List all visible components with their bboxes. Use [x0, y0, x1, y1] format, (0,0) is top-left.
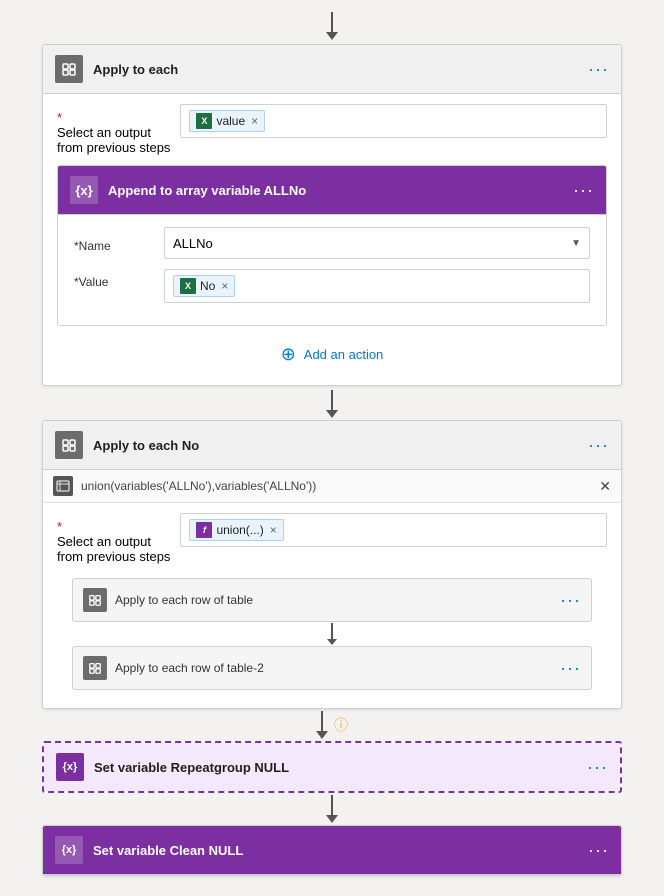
- append-array-block: {x} Append to array variable ALLNo ··· *…: [57, 165, 607, 326]
- formula-icon: [53, 476, 73, 496]
- add-action-row[interactable]: ⊕ Add an action: [57, 330, 607, 371]
- value-label: *Value: [74, 269, 154, 289]
- connector-line: [331, 12, 333, 32]
- fx-icon: {x}: [70, 176, 98, 204]
- append-array-menu[interactable]: ···: [573, 180, 594, 201]
- excel-icon-2: X: [180, 278, 196, 294]
- select-output-row-1: * Select an outputfrom previous steps X …: [57, 104, 607, 155]
- set-var-clean-header[interactable]: {x} Set variable Clean NULL ···: [43, 826, 621, 875]
- apply-each-no-header[interactable]: Apply to each No ···: [43, 421, 621, 470]
- apply-each-row-table2-menu[interactable]: ···: [560, 658, 581, 679]
- apply-each-no-card: Apply to each No ··· union(variables('AL…: [42, 420, 622, 709]
- connector-4: [326, 795, 338, 823]
- chevron-down-icon: ▼: [571, 238, 581, 249]
- select-output-input-2[interactable]: f union(...) ×: [180, 513, 607, 547]
- apply-each-no-body: * Select an outputfrom previous steps f …: [43, 503, 621, 708]
- select-output-row-2: * Select an outputfrom previous steps f …: [57, 513, 607, 564]
- apply-to-each-1-card: Apply to each ··· * Select an outputfrom…: [42, 44, 622, 386]
- apply-each-row-table2-title: Apply to each row of table-2: [115, 661, 552, 675]
- select-label-text-2: Select an outputfrom previous steps: [57, 534, 170, 564]
- formula-bar: union(variables('ALLNo'),variables('ALLN…: [43, 470, 621, 503]
- apply-each-1-body: * Select an outputfrom previous steps X …: [43, 94, 621, 385]
- append-array-body: *Name ALLNo ▼ *Value X No: [58, 215, 606, 325]
- arrow-group: [316, 711, 328, 739]
- select-output-label-1: * Select an outputfrom previous steps: [57, 104, 170, 155]
- apply-to-each-1-header[interactable]: Apply to each ···: [43, 45, 621, 94]
- set-var-clean-title: Set variable Clean NULL: [93, 843, 578, 858]
- arrow-down-4: [326, 815, 338, 823]
- flow-container: Apply to each ··· * Select an outputfrom…: [0, 0, 664, 896]
- apply-each-row-table2-block: Apply to each row of table-2 ···: [72, 646, 592, 690]
- excel-icon-1: X: [196, 113, 212, 129]
- connector-line-4: [331, 795, 333, 815]
- select-output-input-1[interactable]: X value ×: [180, 104, 607, 138]
- fx-icon-clean: {x}: [55, 836, 83, 864]
- append-array-header[interactable]: {x} Append to array variable ALLNo ···: [58, 166, 606, 215]
- inner-connector-1: [327, 623, 337, 645]
- set-var-repeatgroup-title: Set variable Repeatgroup NULL: [94, 760, 577, 775]
- warning-icon: ⓘ: [334, 715, 348, 735]
- no-token: X No ×: [173, 275, 235, 297]
- connector-2: [326, 390, 338, 418]
- connector-line-2: [331, 390, 333, 410]
- apply-each-row-table-block: Apply to each row of table ···: [72, 578, 592, 622]
- fx-icon-token: f: [196, 522, 212, 538]
- small-arrow-1: [327, 639, 337, 645]
- fx-icon-repeatgroup: {x}: [56, 753, 84, 781]
- name-label: *Name: [74, 233, 154, 253]
- name-row: *Name ALLNo ▼: [74, 227, 590, 259]
- no-token-text: No: [200, 279, 215, 293]
- top-connector: [326, 12, 338, 40]
- value-input[interactable]: X No ×: [164, 269, 590, 303]
- value-row: *Value X No ×: [74, 269, 590, 303]
- apply-each-no-menu[interactable]: ···: [588, 435, 609, 456]
- loop-icon-3: [83, 588, 107, 612]
- formula-text: union(variables('ALLNo'),variables('ALLN…: [81, 479, 316, 493]
- loop-icon-4: [83, 656, 107, 680]
- apply-each-row-table-menu[interactable]: ···: [560, 590, 581, 611]
- inner-flow: Apply to each row of table ···: [57, 574, 607, 694]
- append-array-title: Append to array variable ALLNo: [108, 183, 563, 198]
- union-token-close[interactable]: ×: [270, 523, 277, 537]
- set-var-clean-menu[interactable]: ···: [588, 840, 609, 861]
- value-token-close[interactable]: ×: [251, 114, 258, 128]
- small-line-1: [331, 623, 333, 639]
- set-var-repeatgroup-menu[interactable]: ···: [587, 757, 608, 778]
- value-token: X value ×: [189, 110, 265, 132]
- add-action-icon: ⊕: [281, 344, 296, 365]
- set-var-repeatgroup-header[interactable]: {x} Set variable Repeatgroup NULL ···: [44, 743, 620, 791]
- apply-each-1-title: Apply to each: [93, 62, 578, 77]
- loop-icon-1: [55, 55, 83, 83]
- arrow-down: [326, 32, 338, 40]
- formula-close-icon[interactable]: ✕: [599, 478, 611, 495]
- connector-3: ⓘ: [316, 711, 348, 739]
- apply-each-1-menu[interactable]: ···: [588, 59, 609, 80]
- apply-each-row-table2-header[interactable]: Apply to each row of table-2 ···: [73, 647, 591, 689]
- connector-line-3: [321, 711, 323, 731]
- set-var-clean-card: {x} Set variable Clean NULL ···: [42, 825, 622, 876]
- name-value: ALLNo: [173, 236, 213, 251]
- loop-icon-2: [55, 431, 83, 459]
- union-token-text: union(...): [216, 523, 263, 537]
- add-action-label: Add an action: [304, 347, 384, 362]
- set-var-repeatgroup-card: {x} Set variable Repeatgroup NULL ···: [42, 741, 622, 793]
- apply-each-no-title: Apply to each No: [93, 438, 578, 453]
- value-token-text: value: [216, 114, 245, 128]
- apply-each-row-table-header[interactable]: Apply to each row of table ···: [73, 579, 591, 621]
- union-token: f union(...) ×: [189, 519, 283, 541]
- select-label-text: Select an outputfrom previous steps: [57, 125, 170, 155]
- name-select[interactable]: ALLNo ▼: [164, 227, 590, 259]
- select-output-label-2: * Select an outputfrom previous steps: [57, 513, 170, 564]
- apply-each-row-table-title: Apply to each row of table: [115, 593, 552, 607]
- arrow-down-2: [326, 410, 338, 418]
- arrow-down-3: [316, 731, 328, 739]
- no-token-close[interactable]: ×: [221, 279, 228, 293]
